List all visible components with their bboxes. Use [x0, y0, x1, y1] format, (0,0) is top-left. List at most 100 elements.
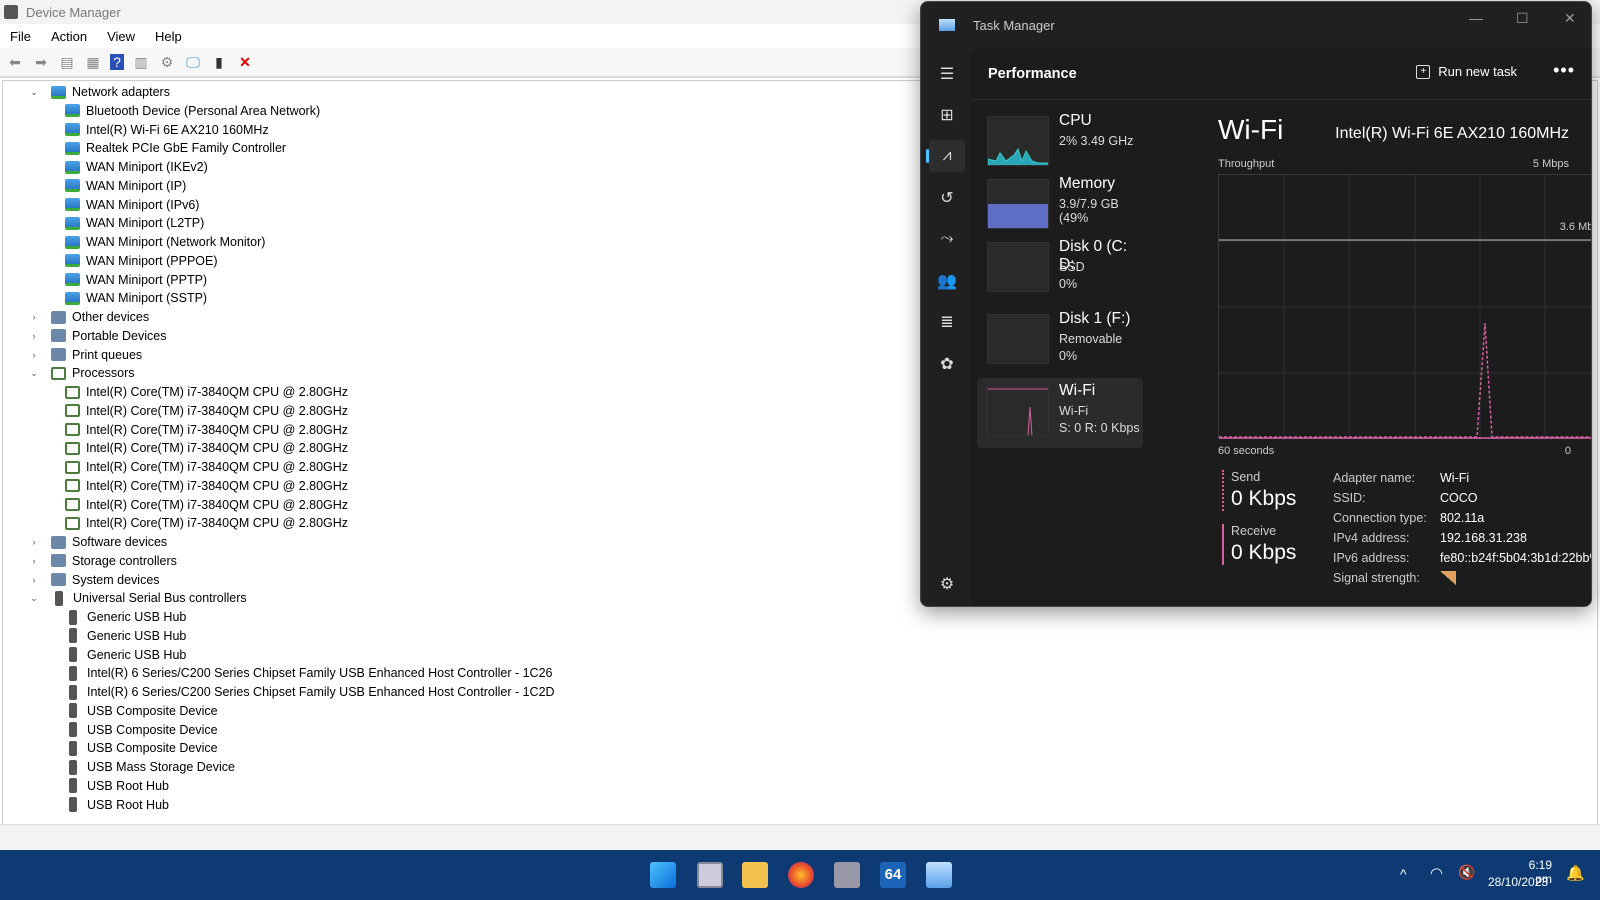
- send-stat: Send 0 Kbps: [1222, 470, 1296, 511]
- show-hidden-icons-icon[interactable]: ^: [1400, 866, 1407, 882]
- device-item[interactable]: USB Composite Device: [65, 702, 218, 720]
- menu-view[interactable]: View: [97, 29, 145, 44]
- device-item[interactable]: Realtek PCIe GbE Family Controller: [65, 139, 286, 157]
- startup-apps-icon[interactable]: ⤳: [929, 223, 965, 255]
- device-category[interactable]: › Print queues: [29, 346, 143, 364]
- cpu-icon: [65, 404, 80, 418]
- processes-icon[interactable]: ⊞: [929, 99, 965, 131]
- device-category[interactable]: ⌄ Processors: [29, 364, 134, 382]
- app-64-icon[interactable]: 64: [880, 862, 906, 888]
- perf-item-memory[interactable]: Memory 3.9/7.9 GB (49%: [977, 171, 1143, 241]
- device-item[interactable]: USB Composite Device: [65, 721, 218, 739]
- device-item[interactable]: USB Mass Storage Device: [65, 758, 235, 776]
- services-icon[interactable]: ✿: [929, 348, 965, 380]
- device-item[interactable]: WAN Miniport (IKEv2): [65, 158, 208, 176]
- device-category[interactable]: › Other devices: [29, 308, 150, 326]
- device-item[interactable]: USB Root Hub: [65, 777, 169, 795]
- help-icon[interactable]: ?: [110, 54, 124, 70]
- hamburger-menu-icon[interactable]: ☰: [929, 58, 965, 90]
- device-category[interactable]: › Software devices: [29, 533, 168, 551]
- settings-icon[interactable]: ⚙: [929, 568, 965, 600]
- perf-item-disk[interactable]: Disk 1 (F:) Removable 0%: [977, 306, 1143, 376]
- minimize-icon[interactable]: —: [1469, 10, 1483, 26]
- device-category[interactable]: ⌄ Universal Serial Bus controllers: [29, 589, 247, 607]
- device-item[interactable]: Intel(R) 6 Series/C200 Series Chipset Fa…: [65, 664, 552, 682]
- device-category[interactable]: ⌄ Network adapters: [29, 83, 170, 101]
- page-title: Performance: [988, 65, 1077, 82]
- chevron-down-icon[interactable]: ⌄: [29, 368, 39, 379]
- clock-date[interactable]: 28/10/2023: [1488, 875, 1548, 889]
- close-icon[interactable]: ✕: [1564, 10, 1576, 27]
- chevron-right-icon[interactable]: ›: [29, 331, 39, 341]
- update-driver-icon[interactable]: ⚙: [158, 54, 176, 70]
- menu-action[interactable]: Action: [41, 29, 97, 44]
- file-explorer-icon[interactable]: [742, 862, 768, 888]
- perf-item-disk[interactable]: Disk 0 (C: D: SSD 0%: [977, 234, 1143, 304]
- device-item[interactable]: Intel(R) Core(TM) i7-3840QM CPU @ 2.80GH…: [65, 383, 348, 401]
- device-item[interactable]: Intel(R) Core(TM) i7-3840QM CPU @ 2.80GH…: [65, 477, 348, 495]
- properties-icon[interactable]: ▦: [84, 54, 102, 70]
- chevron-right-icon[interactable]: ›: [29, 350, 39, 360]
- uninstall-device-icon[interactable]: ✕: [236, 54, 254, 70]
- users-icon[interactable]: 👥: [929, 265, 965, 297]
- app-history-icon[interactable]: ↺: [929, 182, 965, 214]
- show-hide-console-tree-icon[interactable]: ▤: [58, 54, 76, 70]
- action-pane-icon[interactable]: ▥: [132, 54, 150, 70]
- run-new-task-button[interactable]: + Run new task: [1416, 64, 1517, 79]
- device-item[interactable]: Intel(R) Wi-Fi 6E AX210 160MHz: [65, 121, 269, 139]
- device-item[interactable]: Intel(R) Core(TM) i7-3840QM CPU @ 2.80GH…: [65, 496, 348, 514]
- firefox-icon[interactable]: [788, 862, 814, 888]
- device-item[interactable]: Intel(R) Core(TM) i7-3840QM CPU @ 2.80GH…: [65, 514, 348, 532]
- chevron-down-icon[interactable]: ⌄: [29, 593, 39, 604]
- device-item[interactable]: WAN Miniport (IP): [65, 177, 186, 195]
- task-manager-taskbar-icon[interactable]: [926, 862, 952, 888]
- perf-item-wi-fi[interactable]: Wi-Fi Wi-Fi S: 0 R: 0 Kbps: [977, 378, 1143, 448]
- device-item[interactable]: USB Composite Device: [65, 739, 218, 757]
- forward-icon[interactable]: ➡: [32, 54, 50, 70]
- chevron-down-icon[interactable]: ⌄: [29, 87, 39, 98]
- notifications-icon[interactable]: 🔔: [1566, 864, 1585, 882]
- perf-item-cpu[interactable]: CPU 2% 3.49 GHz: [977, 108, 1143, 178]
- task-manager-title: Task Manager: [973, 17, 1055, 33]
- device-item[interactable]: Generic USB Hub: [65, 627, 186, 645]
- device-manager-taskbar-icon[interactable]: [834, 862, 860, 888]
- back-icon[interactable]: ⬅: [6, 54, 24, 70]
- task-view-icon[interactable]: [697, 862, 723, 888]
- device-item[interactable]: Generic USB Hub: [65, 608, 186, 626]
- wifi-icon[interactable]: ◠: [1430, 864, 1443, 882]
- volume-muted-icon[interactable]: 🔇: [1458, 864, 1475, 881]
- maximize-icon[interactable]: ☐: [1516, 10, 1529, 27]
- menu-file[interactable]: File: [0, 29, 41, 44]
- device-item[interactable]: WAN Miniport (Network Monitor): [65, 233, 265, 251]
- scan-hardware-icon[interactable]: 🖵: [184, 54, 202, 70]
- menu-help[interactable]: Help: [145, 29, 192, 44]
- device-category[interactable]: › System devices: [29, 571, 160, 589]
- more-options-icon[interactable]: •••: [1553, 60, 1575, 81]
- device-category[interactable]: › Storage controllers: [29, 552, 177, 570]
- device-item[interactable]: WAN Miniport (SSTP): [65, 289, 207, 307]
- chevron-right-icon[interactable]: ›: [29, 556, 39, 566]
- enable-device-icon[interactable]: ▮: [210, 54, 228, 70]
- device-item[interactable]: Intel(R) Core(TM) i7-3840QM CPU @ 2.80GH…: [65, 421, 348, 439]
- device-item[interactable]: USB Root Hub: [65, 796, 169, 814]
- device-item[interactable]: Intel(R) Core(TM) i7-3840QM CPU @ 2.80GH…: [65, 439, 348, 457]
- device-item[interactable]: WAN Miniport (PPPOE): [65, 252, 218, 270]
- cpu-icon: [65, 460, 80, 474]
- device-item[interactable]: Intel(R) 6 Series/C200 Series Chipset Fa…: [65, 683, 555, 701]
- device-item[interactable]: WAN Miniport (PPTP): [65, 271, 207, 289]
- device-item[interactable]: WAN Miniport (IPv6): [65, 196, 199, 214]
- device-item[interactable]: WAN Miniport (L2TP): [65, 214, 204, 232]
- device-item[interactable]: Bluetooth Device (Personal Area Network): [65, 102, 320, 120]
- chevron-right-icon[interactable]: ›: [29, 537, 39, 547]
- device-label: Network adapters: [72, 85, 170, 99]
- chevron-right-icon[interactable]: ›: [29, 312, 39, 322]
- device-category[interactable]: › Portable Devices: [29, 327, 167, 345]
- chevron-right-icon[interactable]: ›: [29, 575, 39, 585]
- device-item[interactable]: Intel(R) Core(TM) i7-3840QM CPU @ 2.80GH…: [65, 402, 348, 420]
- device-item[interactable]: Intel(R) Core(TM) i7-3840QM CPU @ 2.80GH…: [65, 458, 348, 476]
- performance-icon[interactable]: ⩘: [926, 140, 965, 172]
- device-item[interactable]: Generic USB Hub: [65, 646, 186, 664]
- start-icon[interactable]: [650, 862, 676, 888]
- details-icon[interactable]: ≣: [929, 306, 965, 338]
- run-task-icon: +: [1416, 64, 1431, 79]
